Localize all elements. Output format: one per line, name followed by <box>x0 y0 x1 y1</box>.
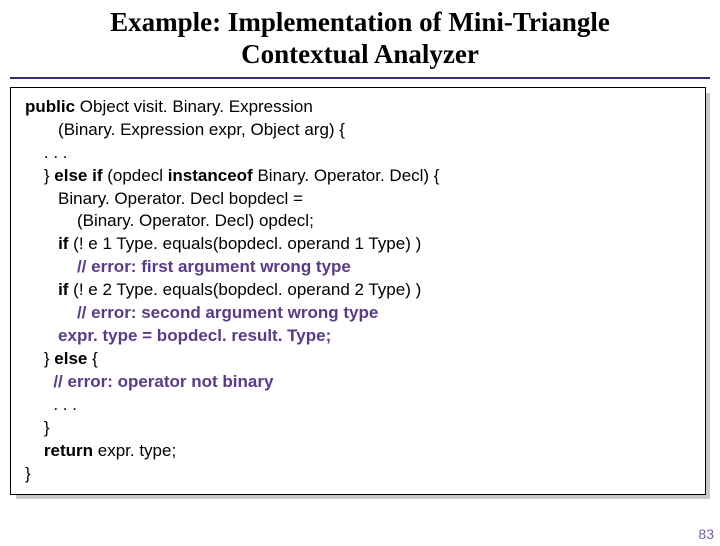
code-text: Object visit. Binary. Expression <box>80 97 313 116</box>
code-text: Binary. Operator. Decl bopdecl = <box>25 188 695 211</box>
code-comment: // error: second argument wrong type <box>25 303 378 322</box>
code-content: public Object visit. Binary. Expression … <box>10 87 706 495</box>
title-line-1: Example: Implementation of Mini-Triangle <box>110 7 610 37</box>
kw-else: else <box>54 349 92 368</box>
code-text: (Binary. Operator. Decl) opdecl; <box>25 210 695 233</box>
kw-else-if: else if <box>54 166 107 185</box>
title-underline <box>10 77 710 79</box>
code-comment: // error: operator not binary <box>25 372 273 391</box>
code-text <box>25 234 58 253</box>
slide-title: Example: Implementation of Mini-Triangle… <box>40 6 680 71</box>
code-text <box>25 280 58 299</box>
code-text: (Binary. Expression expr, Object arg) { <box>25 119 695 142</box>
code-text: } <box>25 463 695 486</box>
code-text: (opdecl <box>107 166 167 185</box>
title-line-2: Contextual Analyzer <box>241 39 479 69</box>
code-text: expr. type; <box>98 441 176 460</box>
code-text: } <box>25 349 54 368</box>
kw-if: if <box>58 280 73 299</box>
code-text: { <box>92 349 98 368</box>
code-text: (! e 2 Type. equals(bopdecl. operand 2 T… <box>73 280 421 299</box>
code-text: Binary. Operator. Decl) { <box>257 166 439 185</box>
kw-public: public <box>25 97 80 116</box>
kw-instanceof: instanceof <box>168 166 258 185</box>
code-box: public Object visit. Binary. Expression … <box>10 87 706 495</box>
code-text: } <box>25 417 695 440</box>
code-highlight: expr. type = bopdecl. result. Type; <box>25 326 331 345</box>
kw-return: return <box>44 441 98 460</box>
code-text <box>25 441 44 460</box>
code-text: . . . <box>25 142 695 165</box>
code-comment: // error: first argument wrong type <box>25 257 351 276</box>
kw-if: if <box>58 234 73 253</box>
code-text: } <box>25 166 54 185</box>
code-text: . . . <box>25 394 695 417</box>
code-text: (! e 1 Type. equals(bopdecl. operand 1 T… <box>73 234 421 253</box>
